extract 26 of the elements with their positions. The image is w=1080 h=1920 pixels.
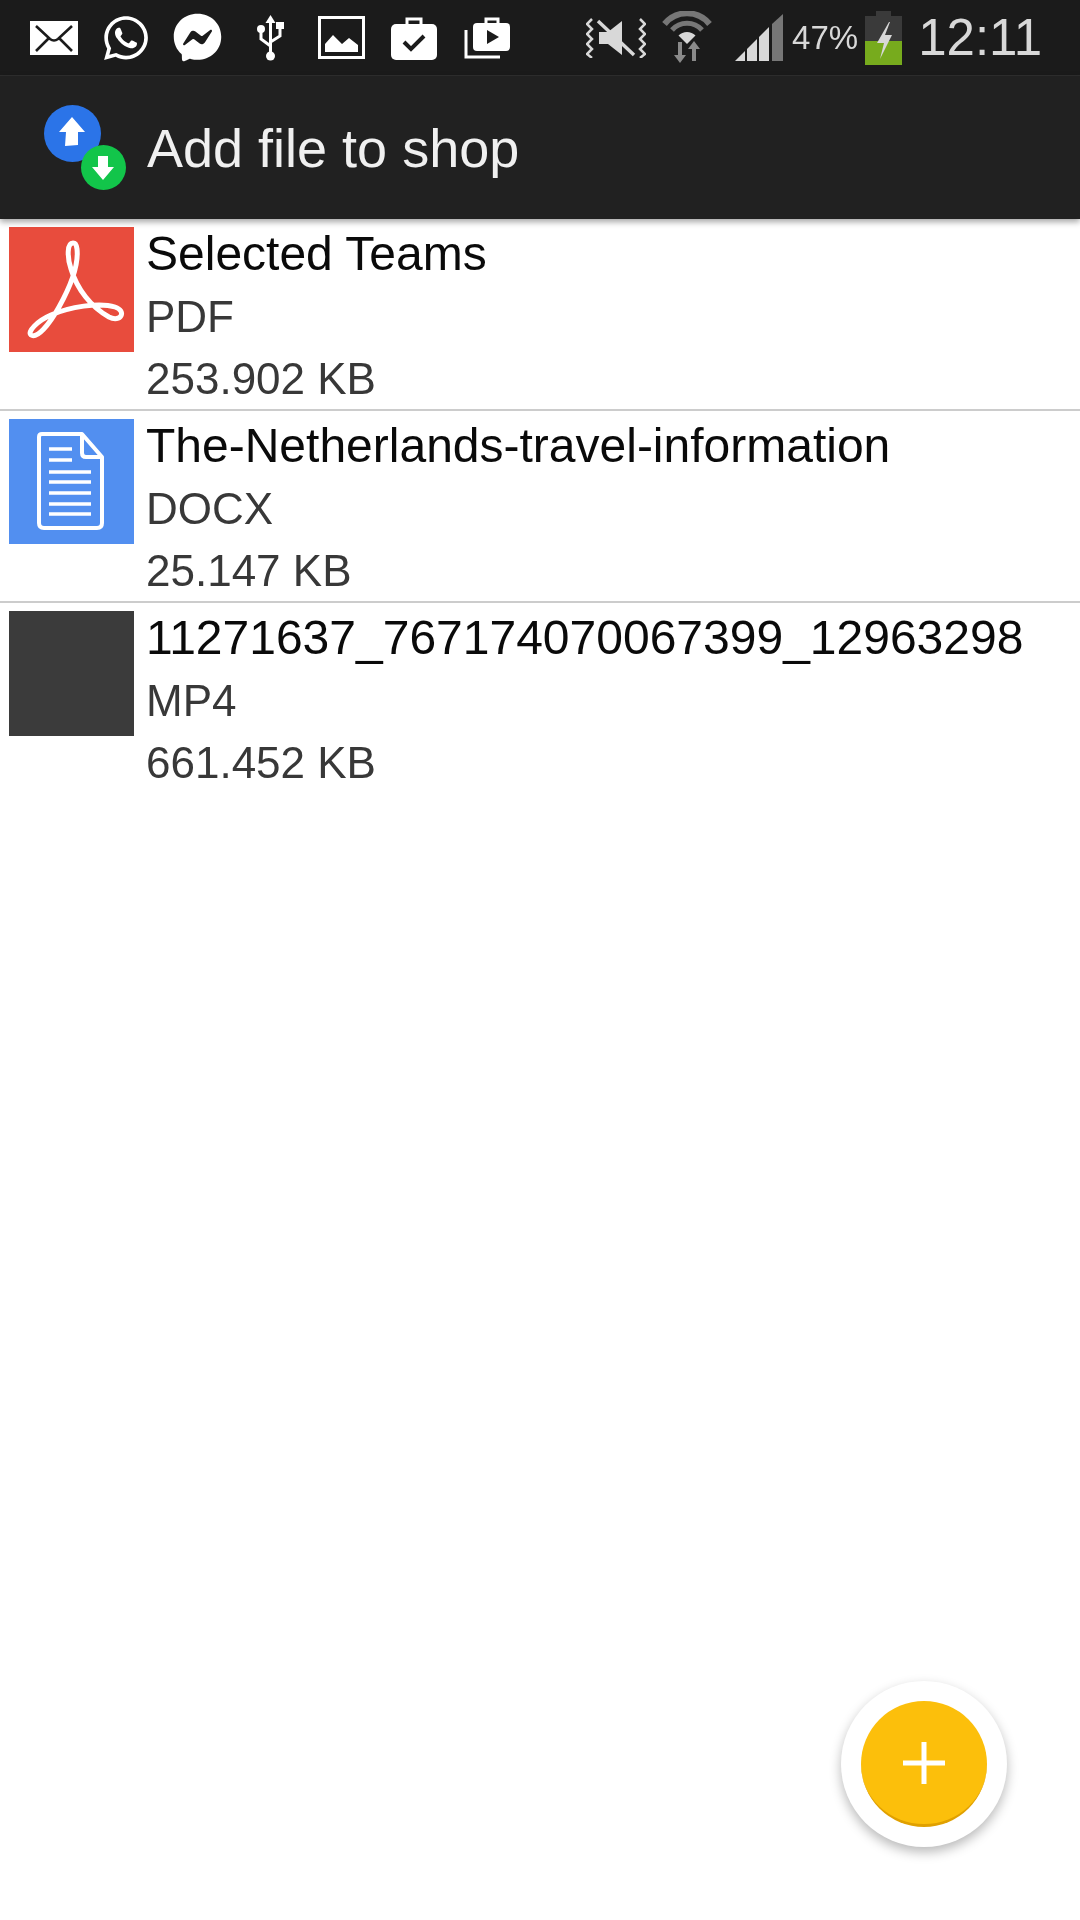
file-name: 11271637_767174070067399_12963298 bbox=[146, 610, 1024, 666]
lightning-bubble-icon bbox=[173, 13, 222, 62]
pdf-icon bbox=[9, 227, 134, 352]
file-name: Selected Teams bbox=[146, 226, 487, 282]
envelope-icon bbox=[30, 20, 78, 55]
usb-icon bbox=[256, 14, 285, 61]
wifi-icon bbox=[661, 11, 714, 64]
battery-charging-icon bbox=[865, 10, 903, 65]
briefcase-check-icon bbox=[391, 15, 437, 60]
image-icon bbox=[318, 16, 365, 59]
plus-icon bbox=[903, 1741, 945, 1784]
document-icon bbox=[9, 419, 134, 544]
briefcase-play-icon bbox=[464, 16, 510, 59]
up-down-arrows-icon bbox=[44, 105, 126, 190]
file-size: 253.902 KB bbox=[146, 353, 376, 405]
file-size: 661.452 KB bbox=[146, 737, 376, 789]
speaker-muted-icon bbox=[586, 17, 647, 58]
file-name: The-Netherlands-travel-information bbox=[146, 418, 891, 474]
signal-bars-icon bbox=[735, 14, 784, 61]
file-type: MP4 bbox=[146, 675, 237, 727]
clock-time: 12:11 bbox=[918, 12, 1042, 63]
file-type: PDF bbox=[146, 291, 234, 343]
battery-percent: 47% bbox=[792, 21, 859, 54]
app-title: Add file to shop bbox=[147, 116, 520, 179]
file-size: 25.147 KB bbox=[146, 545, 352, 597]
file-type: DOCX bbox=[146, 483, 274, 535]
